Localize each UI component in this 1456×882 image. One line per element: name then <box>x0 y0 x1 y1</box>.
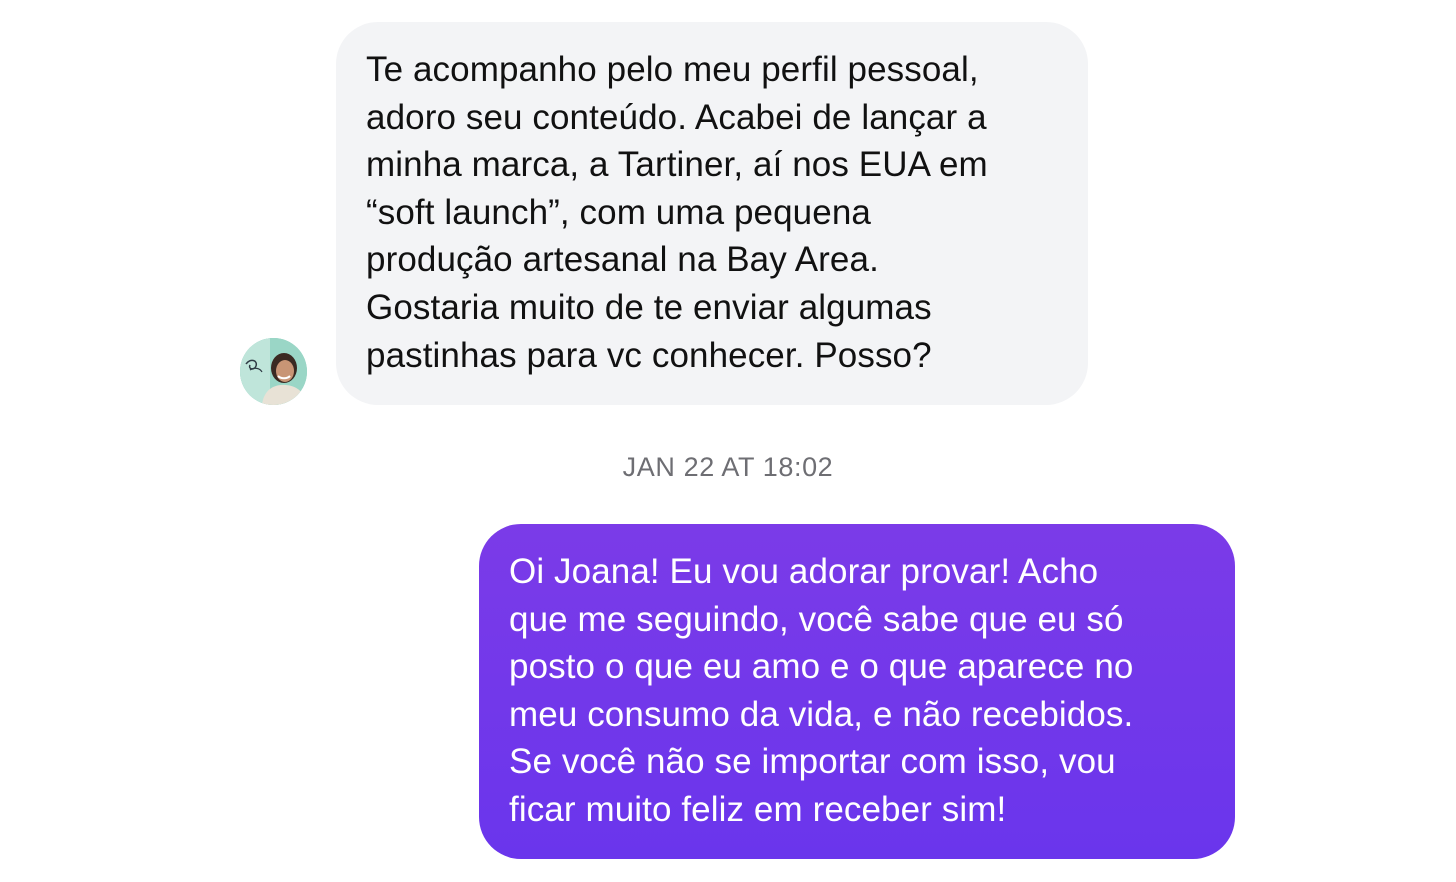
message-line: posto o que eu amo e o que aparece no <box>509 647 1134 687</box>
message-line: Te acompanho pelo meu perfil pessoal, <box>366 50 979 89</box>
incoming-message-bubble[interactable]: Te acompanho pelo meu perfil pessoal, ad… <box>336 22 1088 405</box>
message-timestamp: JAN 22 AT 18:02 <box>622 452 834 482</box>
message-line: que me seguindo, você sabe que eu só <box>509 599 1124 639</box>
message-line: adoro seu conteúdo. Acabei de lançar a <box>366 97 987 137</box>
outgoing-message-bubble[interactable]: Oi Joana! Eu vou adorar provar! Acho que… <box>479 524 1235 859</box>
sender-avatar[interactable] <box>240 338 307 405</box>
message-line: ficar muito feliz em receber sim! <box>509 789 1007 829</box>
avatar-photo <box>240 338 307 405</box>
message-line: minha marca, a Tartiner, aí nos EUA em <box>366 145 988 185</box>
message-line: Se você não se importar com isso, vou <box>509 742 1116 782</box>
message-line: Gostaria muito de te enviar algumas <box>366 287 932 327</box>
message-line: Oi Joana! Eu vou adorar provar! Acho <box>509 552 1099 591</box>
message-line: produção artesanal na Bay Area. <box>366 240 879 280</box>
message-line: “soft launch”, com uma pequena <box>366 192 871 232</box>
message-line: pastinhas para vc conhecer. Posso? <box>366 335 932 375</box>
message-line: meu consumo da vida, e não recebidos. <box>509 694 1134 734</box>
